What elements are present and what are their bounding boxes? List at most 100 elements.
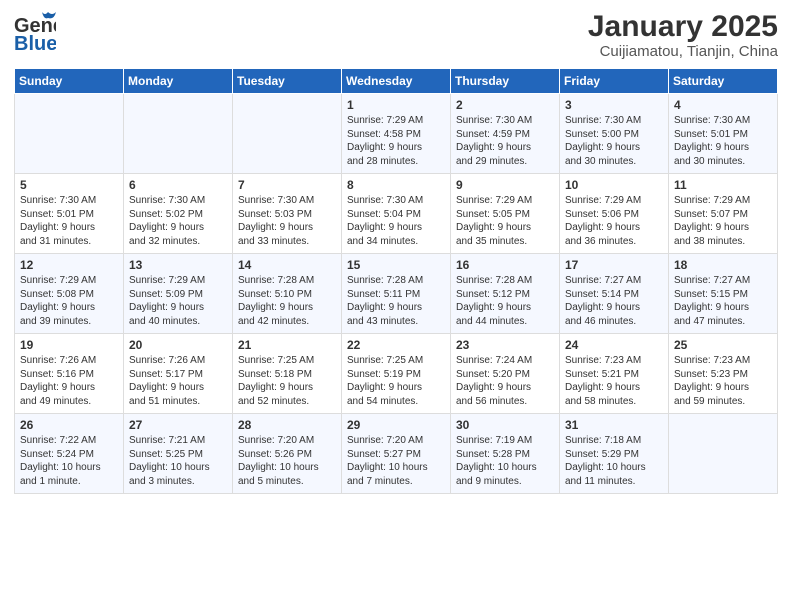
day-number: 8 [347,178,445,192]
day-info: Sunrise: 7:20 AM Sunset: 5:27 PM Dayligh… [347,434,445,488]
day-info: Sunrise: 7:27 AM Sunset: 5:14 PM Dayligh… [565,274,663,328]
table-row: 17 Sunrise: 7:27 AM Sunset: 5:14 PM Dayli… [560,254,669,334]
day-info: Sunrise: 7:27 AM Sunset: 5:15 PM Dayligh… [674,274,772,328]
day-info: Sunrise: 7:30 AM Sunset: 5:04 PM Dayligh… [347,194,445,248]
day-number: 21 [238,338,336,352]
table-row: 29Sunrise: 7:20 AM Sunset: 5:27 PM Dayli… [342,414,451,494]
calendar-week-row: 5 Sunrise: 7:30 AM Sunset: 5:01 PM Daylig… [15,174,778,254]
table-row: 30 Sunrise: 7:19 AM Sunset: 5:28 PM Dayli… [451,414,560,494]
table-row: 1 Sunrise: 7:29 AM Sunset: 4:58 PM Daylig… [342,94,451,174]
header-sunday: Sunday [15,69,124,94]
table-row: 22Sunrise: 7:25 AM Sunset: 5:19 PM Dayli… [342,334,451,414]
table-row: 13 Sunrise: 7:29 AM Sunset: 5:09 PM Dayli… [124,254,233,334]
table-row: 19 Sunrise: 7:26 AM Sunset: 5:16 PM Dayli… [15,334,124,414]
table-row [669,414,778,494]
day-number: 13 [129,258,227,272]
day-info: Sunrise: 7:26 AM Sunset: 5:17 PM Dayligh… [129,354,227,408]
table-row: 14 Sunrise: 7:28 AM Sunset: 5:10 PM Dayli… [233,254,342,334]
table-row: 18 Sunrise: 7:27 AM Sunset: 5:15 PM Dayli… [669,254,778,334]
day-info: Sunrise: 7:30 AM Sunset: 4:59 PM Dayligh… [456,114,554,168]
day-number: 27 [129,418,227,432]
day-number: 28 [238,418,336,432]
day-number: 6 [129,178,227,192]
logo: General Blue [14,10,56,59]
table-row: 2Sunrise: 7:30 AM Sunset: 4:59 PM Daylig… [451,94,560,174]
day-info: Sunrise: 7:28 AM Sunset: 5:10 PM Dayligh… [238,274,336,328]
day-number: 18 [674,258,772,272]
day-info: Sunrise: 7:29 AM Sunset: 5:09 PM Dayligh… [129,274,227,328]
calendar-subtitle: Cuijiamatou, Tianjin, China [588,43,778,60]
day-info: Sunrise: 7:25 AM Sunset: 5:18 PM Dayligh… [238,354,336,408]
day-number: 11 [674,178,772,192]
table-row: 4Sunrise: 7:30 AM Sunset: 5:01 PM Daylig… [669,94,778,174]
day-info: Sunrise: 7:29 AM Sunset: 4:58 PM Dayligh… [347,114,445,168]
day-number: 20 [129,338,227,352]
header-wednesday: Wednesday [342,69,451,94]
day-info: Sunrise: 7:30 AM Sunset: 5:01 PM Dayligh… [674,114,772,168]
day-info: Sunrise: 7:28 AM Sunset: 5:12 PM Dayligh… [456,274,554,328]
header-tuesday: Tuesday [233,69,342,94]
table-row: 20 Sunrise: 7:26 AM Sunset: 5:17 PM Dayli… [124,334,233,414]
table-row: 9 Sunrise: 7:29 AM Sunset: 5:05 PM Daylig… [451,174,560,254]
table-row: 23 Sunrise: 7:24 AM Sunset: 5:20 PM Dayli… [451,334,560,414]
day-number: 25 [674,338,772,352]
calendar-week-row: 12Sunrise: 7:29 AM Sunset: 5:08 PM Dayli… [15,254,778,334]
header: General Blue January 2025 Cuijiamatou, T… [14,10,778,60]
logo-icon: General Blue [14,10,56,59]
day-number: 5 [20,178,118,192]
table-row: 11 Sunrise: 7:29 AM Sunset: 5:07 PM Dayli… [669,174,778,254]
day-number: 22 [347,338,445,352]
day-info: Sunrise: 7:23 AM Sunset: 5:21 PM Dayligh… [565,354,663,408]
table-row: 31 Sunrise: 7:18 AM Sunset: 5:29 PM Dayli… [560,414,669,494]
day-number: 30 [456,418,554,432]
table-row: 16 Sunrise: 7:28 AM Sunset: 5:12 PM Dayli… [451,254,560,334]
table-row: 27Sunrise: 7:21 AM Sunset: 5:25 PM Dayli… [124,414,233,494]
table-row [124,94,233,174]
svg-text:Blue: Blue [14,33,56,54]
table-row: 8 Sunrise: 7:30 AM Sunset: 5:04 PM Daylig… [342,174,451,254]
table-row: 21 Sunrise: 7:25 AM Sunset: 5:18 PM Dayli… [233,334,342,414]
day-info: Sunrise: 7:30 AM Sunset: 5:00 PM Dayligh… [565,114,663,168]
day-number: 10 [565,178,663,192]
table-row: 6Sunrise: 7:30 AM Sunset: 5:02 PM Daylig… [124,174,233,254]
calendar-body: 1 Sunrise: 7:29 AM Sunset: 4:58 PM Daylig… [15,94,778,494]
day-number: 31 [565,418,663,432]
table-row: 26Sunrise: 7:22 AM Sunset: 5:24 PM Dayli… [15,414,124,494]
day-number: 14 [238,258,336,272]
day-info: Sunrise: 7:28 AM Sunset: 5:11 PM Dayligh… [347,274,445,328]
calendar-container: General Blue January 2025 Cuijiamatou, T… [0,0,792,504]
day-info: Sunrise: 7:30 AM Sunset: 5:01 PM Dayligh… [20,194,118,248]
day-info: Sunrise: 7:29 AM Sunset: 5:07 PM Dayligh… [674,194,772,248]
day-number: 17 [565,258,663,272]
day-info: Sunrise: 7:29 AM Sunset: 5:06 PM Dayligh… [565,194,663,248]
day-number: 19 [20,338,118,352]
day-number: 9 [456,178,554,192]
day-number: 23 [456,338,554,352]
header-monday: Monday [124,69,233,94]
day-info: Sunrise: 7:19 AM Sunset: 5:28 PM Dayligh… [456,434,554,488]
day-info: Sunrise: 7:23 AM Sunset: 5:23 PM Dayligh… [674,354,772,408]
day-number: 24 [565,338,663,352]
table-row: 28 Sunrise: 7:20 AM Sunset: 5:26 PM Dayli… [233,414,342,494]
day-number: 1 [347,98,445,112]
table-row [233,94,342,174]
table-row [15,94,124,174]
day-number: 3 [565,98,663,112]
header-friday: Friday [560,69,669,94]
day-info: Sunrise: 7:20 AM Sunset: 5:26 PM Dayligh… [238,434,336,488]
calendar-table: Sunday Monday Tuesday Wednesday Thursday… [14,68,778,494]
day-info: Sunrise: 7:26 AM Sunset: 5:16 PM Dayligh… [20,354,118,408]
day-info: Sunrise: 7:29 AM Sunset: 5:05 PM Dayligh… [456,194,554,248]
table-row: 12Sunrise: 7:29 AM Sunset: 5:08 PM Dayli… [15,254,124,334]
day-number: 26 [20,418,118,432]
day-number: 7 [238,178,336,192]
table-row: 3 Sunrise: 7:30 AM Sunset: 5:00 PM Daylig… [560,94,669,174]
day-number: 12 [20,258,118,272]
calendar-week-row: 1 Sunrise: 7:29 AM Sunset: 4:58 PM Daylig… [15,94,778,174]
day-number: 16 [456,258,554,272]
calendar-week-row: 26Sunrise: 7:22 AM Sunset: 5:24 PM Dayli… [15,414,778,494]
day-info: Sunrise: 7:18 AM Sunset: 5:29 PM Dayligh… [565,434,663,488]
table-row: 10 Sunrise: 7:29 AM Sunset: 5:06 PM Dayli… [560,174,669,254]
day-number: 15 [347,258,445,272]
day-info: Sunrise: 7:24 AM Sunset: 5:20 PM Dayligh… [456,354,554,408]
